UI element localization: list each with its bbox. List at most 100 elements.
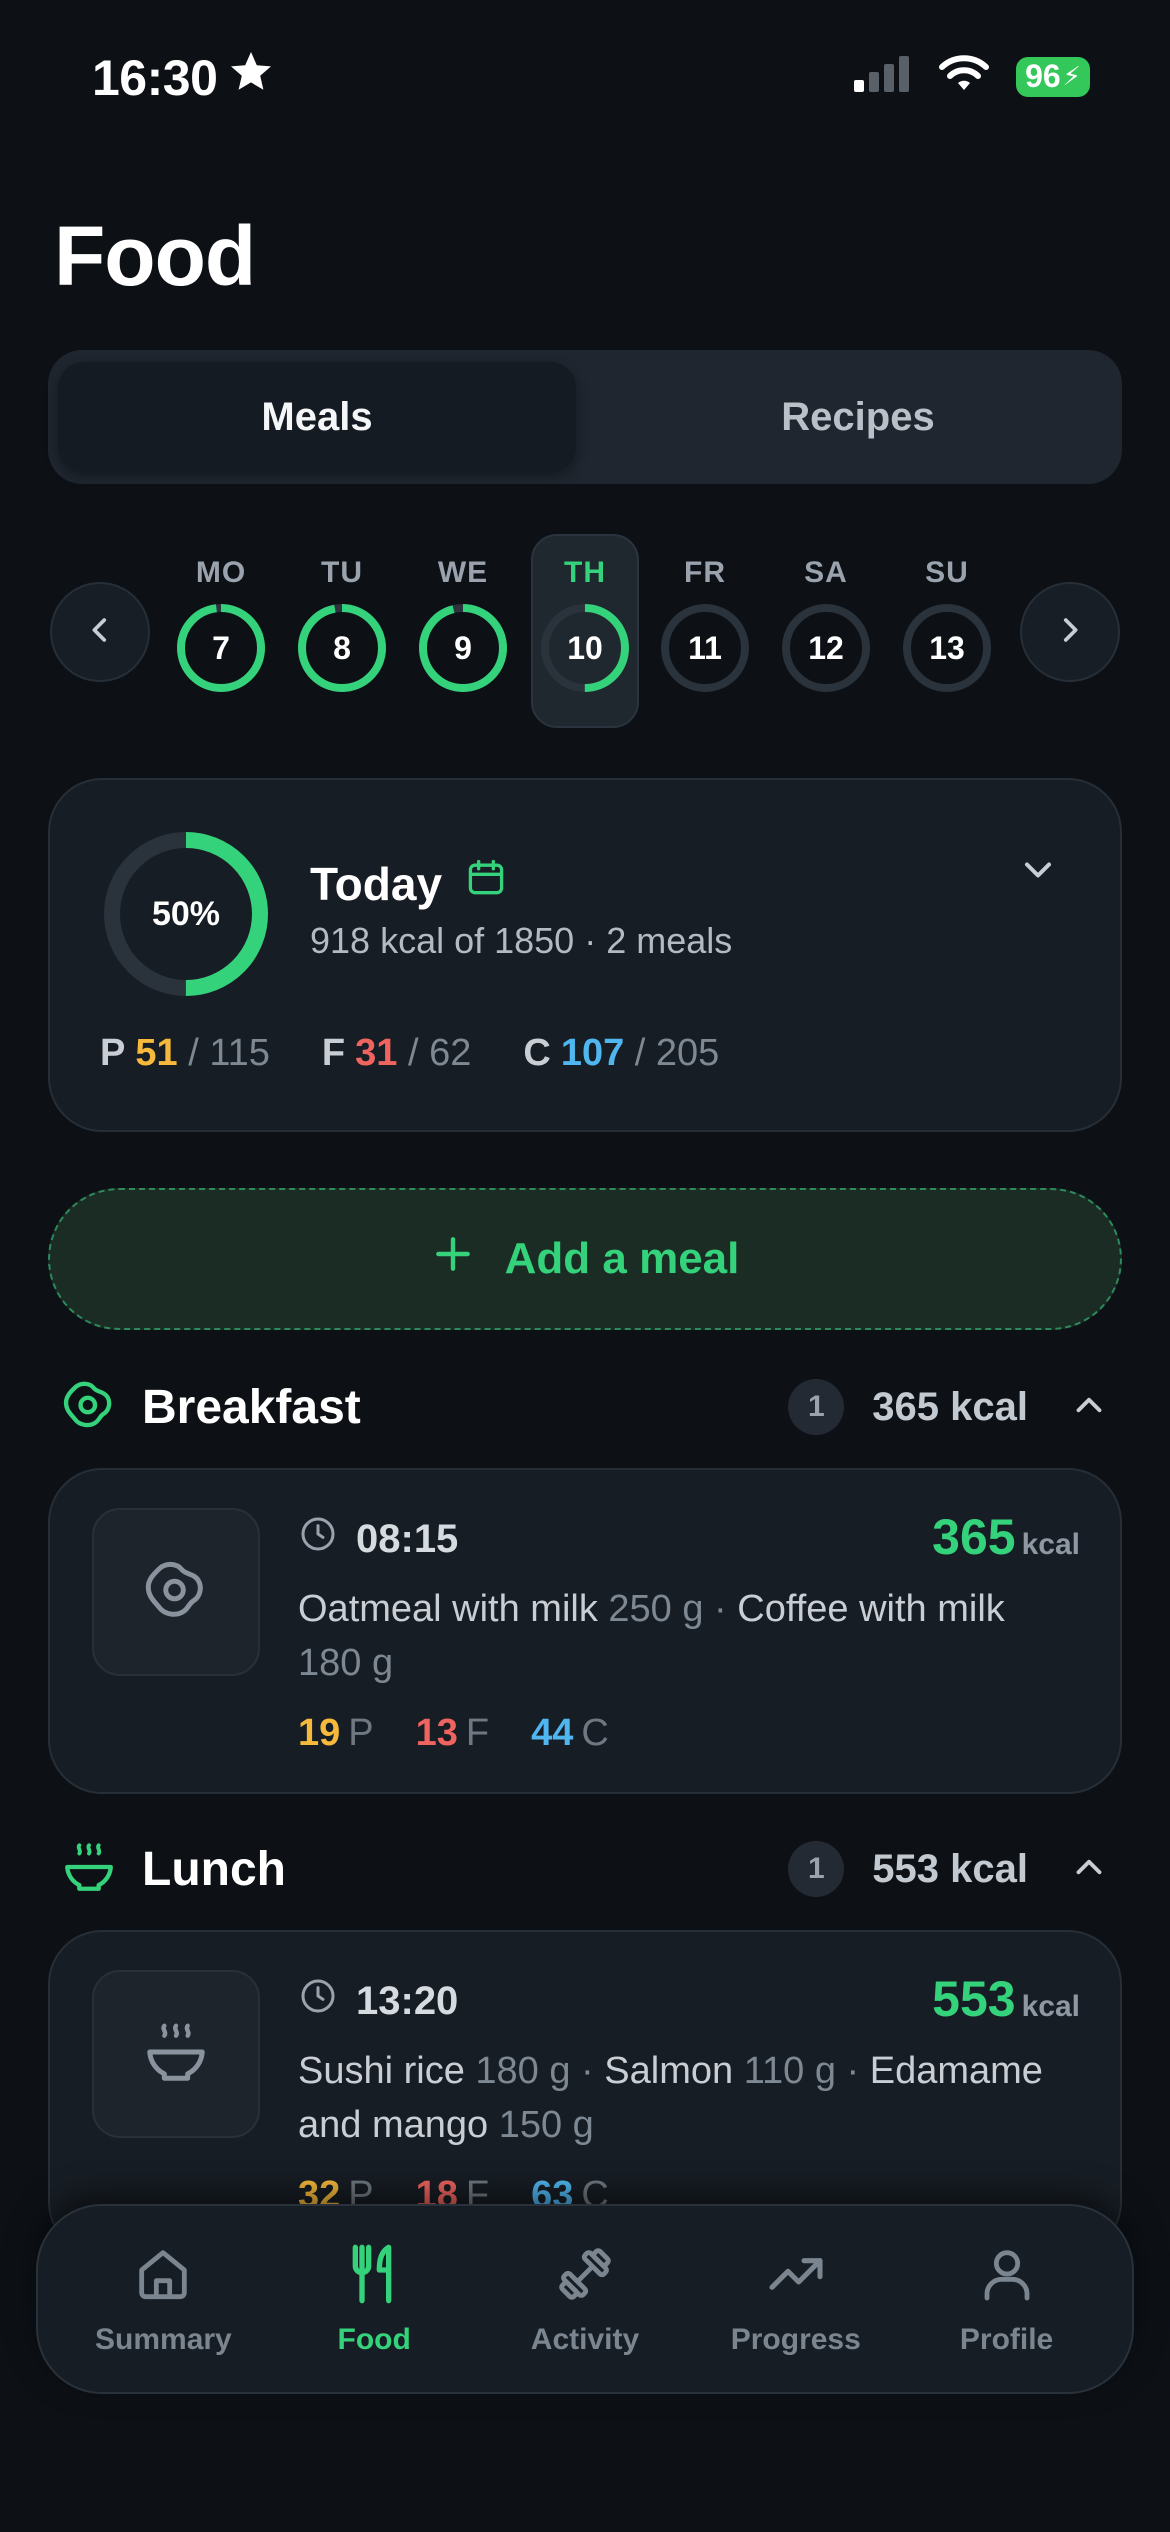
meal-fat: 13 F [416,1712,490,1755]
daily-summary-card[interactable]: 50% Today 918 kcal of 1850 · 2 meals P 51… [48,778,1122,1132]
food-separator: · [570,2050,605,2092]
meal-kcal-unit: kcal [1021,1990,1080,2023]
protein-label: P [100,1032,126,1074]
day-number: 7 [212,629,230,666]
meal-thumbnail [92,1508,260,1676]
meal-fat-value: 13 [415,1712,458,1754]
day-label: TU [321,556,363,589]
food-item-name: Salmon [604,2050,734,2092]
user-icon [975,2242,1039,2311]
chevron-up-icon[interactable] [1068,1384,1110,1431]
tab-activity[interactable]: Activity [485,2242,685,2357]
day-number: 8 [333,629,351,666]
meal-protein-unit: P [348,1712,374,1754]
chevron-up-icon[interactable] [1068,1846,1110,1893]
day-th[interactable]: TH 10 [535,556,635,694]
bottom-tab-bar: Summary Food Activity Progress Profile [36,2204,1134,2394]
trending-up-icon [764,2242,828,2311]
day-number: 10 [567,629,603,666]
day-we[interactable]: WE 9 [413,556,513,694]
day-label: FR [684,556,726,589]
next-week-button[interactable] [1020,582,1120,682]
calendar-icon[interactable] [464,856,508,911]
fried-egg-icon [141,1555,211,1630]
breakfast-count-badge: 1 [788,1379,845,1435]
lunch-section-header[interactable]: Lunch 1 553 kcal [60,1834,1110,1904]
lunch-count-badge: 1 [788,1841,845,1897]
meal-description: Sushi rice 180 g · Salmon 110 g · Edamam… [298,2044,1078,2152]
meal-macros: 19 P 13 F 44 C [298,1712,609,1755]
calorie-percent: 50% [151,894,221,933]
summary-title: Today [310,857,443,910]
meal-time: 08:15 [298,1514,458,1564]
day-progress-ring: 7 [175,602,267,694]
day-mo[interactable]: MO 7 [171,556,271,694]
fat-value: 31 [355,1032,398,1074]
protein-total: P 51 / 115 [100,1032,270,1075]
status-bar-time: 16:30 [92,48,275,108]
day-progress-ring: 11 [659,602,751,694]
bowl-icon [60,1838,118,1901]
summary-subtitle: 918 kcal of 1850 · 2 meals [310,920,733,961]
wifi-icon [938,54,990,99]
day-fr[interactable]: FR 11 [655,556,755,694]
tab-profile[interactable]: Profile [907,2242,1107,2357]
fried-egg-icon [60,1376,118,1439]
expand-summary-button[interactable] [1016,848,1060,897]
carbs-label: C [523,1032,551,1074]
food-item-name: Sushi rice [298,2050,465,2092]
food-item-weight: 110 g [743,2050,836,2092]
meal-protein-value: 19 [298,1712,341,1754]
cellular-signal-icon [854,54,912,99]
food-item-weight: 180 g [475,2050,571,2092]
tab-profile-label: Profile [959,2322,1054,2356]
protein-target: / 115 [188,1032,270,1074]
meal-fat-unit: F [465,1712,490,1754]
day-label: SA [804,556,848,589]
food-separator: · [703,1588,738,1630]
day-progress-ring: 10 [539,602,631,694]
day-su[interactable]: SU 13 [897,556,997,694]
previous-week-button[interactable] [50,582,150,682]
meal-time: 13:20 [298,1976,458,2026]
fork-knife-icon [342,2242,406,2311]
day-sa[interactable]: SA 12 [776,556,876,694]
clock-icon [298,1976,338,2026]
day-number: 11 [688,629,722,666]
meal-description: Oatmeal with milk 250 g · Coffee with mi… [298,1582,1078,1690]
breakfast-meal-card[interactable]: 08:15 365 kcal Oatmeal with milk 250 g ·… [48,1468,1122,1794]
day-progress-ring: 8 [296,602,388,694]
tab-meals[interactable]: Meals [58,350,576,484]
meal-kcal-value: 553 [932,1971,1016,2027]
page-title: Food [54,209,256,303]
day-label: WE [437,556,489,589]
meal-carbs-value: 44 [531,1712,574,1754]
tab-food[interactable]: Food [274,2242,474,2357]
breakfast-section-header[interactable]: Breakfast 1 365 kcal [60,1372,1110,1442]
meal-time-text: 08:15 [356,1516,459,1561]
day-progress-ring: 9 [417,602,509,694]
tab-progress[interactable]: Progress [696,2242,896,2357]
tab-summary[interactable]: Summary [63,2242,263,2357]
tab-progress-label: Progress [730,2322,861,2356]
day-tu[interactable]: TU 8 [292,556,392,694]
day-number: 9 [454,629,472,666]
fat-label: F [321,1032,346,1074]
macro-totals: P 51 / 115 F 31 / 62 C 107 / 205 [100,1032,719,1075]
calorie-progress-ring: 50% [100,828,272,1000]
meal-kcal-unit: kcal [1021,1528,1080,1561]
day-label: SU [925,556,969,589]
day-label: MO [195,556,247,589]
meal-carbs: 44 C [531,1712,609,1755]
meal-kcal: 553 kcal [932,1970,1080,2028]
meal-kcal: 365 kcal [932,1508,1080,1566]
food-item-weight: 250 g [608,1588,704,1630]
meal-kcal-value: 365 [932,1509,1016,1565]
day-progress-ring: 12 [780,602,872,694]
battery-indicator: 96 ⚡ [1016,56,1090,97]
battery-level: 96 [1025,58,1061,94]
chevron-down-icon [1016,862,1060,896]
tab-recipes[interactable]: Recipes [608,350,1108,484]
add-meal-button[interactable]: Add a meal [48,1188,1122,1330]
star-icon [227,48,275,108]
